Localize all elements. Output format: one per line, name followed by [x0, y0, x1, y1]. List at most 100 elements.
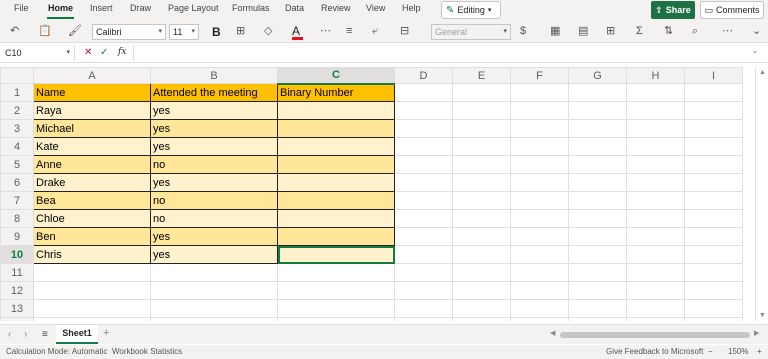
column-header-d[interactable]: D: [394, 67, 453, 84]
menu-data[interactable]: Data: [285, 3, 304, 13]
paste-icon[interactable]: 📋: [38, 25, 52, 37]
cell-g9[interactable]: [568, 227, 627, 246]
cell-c2[interactable]: [277, 101, 395, 120]
zoom-in-icon[interactable]: +: [757, 347, 762, 356]
table-format-icon[interactable]: ▤: [578, 25, 588, 37]
cell-a4[interactable]: Kate: [33, 137, 151, 156]
cell-e7[interactable]: [452, 191, 511, 210]
select-all-corner[interactable]: [0, 67, 34, 84]
cell-h12[interactable]: [626, 281, 685, 300]
cell-h4[interactable]: [626, 137, 685, 156]
scroll-up-icon[interactable]: ▲: [759, 69, 766, 76]
cell-e5[interactable]: [452, 155, 511, 174]
cell-e9[interactable]: [452, 227, 511, 246]
cell-i1[interactable]: [684, 83, 743, 102]
cell-g12[interactable]: [568, 281, 627, 300]
cell-f10[interactable]: [510, 245, 569, 264]
feedback-link[interactable]: Give Feedback to Microsoft: [606, 347, 703, 356]
cell-g8[interactable]: [568, 209, 627, 228]
row-header[interactable]: 6: [0, 173, 34, 192]
cell-b12[interactable]: [150, 281, 278, 300]
cell-d2[interactable]: [394, 101, 453, 120]
cell-c13[interactable]: [277, 299, 395, 318]
column-header-f[interactable]: F: [510, 67, 569, 84]
all-sheets-icon[interactable]: ≡: [42, 329, 48, 340]
sheet-tab-sheet1[interactable]: Sheet1: [56, 325, 98, 344]
share-button[interactable]: ⇪ Share: [651, 1, 695, 19]
cell-g7[interactable]: [568, 191, 627, 210]
font-name-select[interactable]: Calibri ▾: [92, 24, 166, 40]
row-header[interactable]: 7: [0, 191, 34, 210]
cell-g14[interactable]: [568, 317, 627, 321]
cell-c11[interactable]: [277, 263, 395, 282]
cell-i4[interactable]: [684, 137, 743, 156]
menu-page-layout[interactable]: Page Layout: [168, 3, 219, 13]
more-options-icon[interactable]: ⋯: [320, 25, 331, 37]
menu-view[interactable]: View: [366, 3, 385, 13]
editing-mode-button[interactable]: ✎ Editing ▾: [441, 1, 501, 19]
workbook-statistics-link[interactable]: Workbook Statistics: [112, 347, 182, 356]
cell-i7[interactable]: [684, 191, 743, 210]
cell-b13[interactable]: [150, 299, 278, 318]
cell-f7[interactable]: [510, 191, 569, 210]
cell-b2[interactable]: yes: [150, 101, 278, 120]
font-size-select[interactable]: 11 ▾: [169, 24, 199, 40]
cell-a9[interactable]: Ben: [33, 227, 151, 246]
cell-c8[interactable]: [277, 209, 395, 228]
cell-d12[interactable]: [394, 281, 453, 300]
find-icon[interactable]: ⌕: [692, 25, 698, 37]
cell-e10[interactable]: [452, 245, 511, 264]
cell-i6[interactable]: [684, 173, 743, 192]
cell-i10[interactable]: [684, 245, 743, 264]
column-header-e[interactable]: E: [452, 67, 511, 84]
cell-e2[interactable]: [452, 101, 511, 120]
cell-i12[interactable]: [684, 281, 743, 300]
cell-i8[interactable]: [684, 209, 743, 228]
row-header[interactable]: 3: [0, 119, 34, 138]
cell-c1[interactable]: Binary Number: [277, 83, 395, 102]
cell-d7[interactable]: [394, 191, 453, 210]
cell-e4[interactable]: [452, 137, 511, 156]
cell-d5[interactable]: [394, 155, 453, 174]
autosum-icon[interactable]: Σ: [636, 25, 643, 37]
cell-d3[interactable]: [394, 119, 453, 138]
merge-icon[interactable]: ⊟: [400, 25, 409, 37]
cell-c5[interactable]: [277, 155, 395, 174]
cell-f5[interactable]: [510, 155, 569, 174]
cell-d4[interactable]: [394, 137, 453, 156]
cell-h14[interactable]: [626, 317, 685, 321]
cell-f12[interactable]: [510, 281, 569, 300]
confirm-icon[interactable]: ✓: [100, 47, 108, 58]
row-header[interactable]: 5: [0, 155, 34, 174]
cell-f13[interactable]: [510, 299, 569, 318]
cell-i5[interactable]: [684, 155, 743, 174]
menu-help[interactable]: Help: [402, 3, 421, 13]
row-header[interactable]: 12: [0, 281, 34, 300]
cell-i2[interactable]: [684, 101, 743, 120]
cell-a11[interactable]: [33, 263, 151, 282]
cell-e11[interactable]: [452, 263, 511, 282]
cell-h10[interactable]: [626, 245, 685, 264]
cell-c9[interactable]: [277, 227, 395, 246]
menu-home[interactable]: Home: [48, 3, 73, 13]
zoom-out-icon[interactable]: −: [708, 347, 713, 356]
cell-g10[interactable]: [568, 245, 627, 264]
row-header[interactable]: 1: [0, 83, 34, 102]
cell-e1[interactable]: [452, 83, 511, 102]
menu-draw[interactable]: Draw: [130, 3, 151, 13]
font-color-icon[interactable]: A: [292, 24, 300, 38]
column-header-h[interactable]: H: [626, 67, 685, 84]
cell-b5[interactable]: no: [150, 155, 278, 174]
row-header[interactable]: 8: [0, 209, 34, 228]
cell-b4[interactable]: yes: [150, 137, 278, 156]
cell-f9[interactable]: [510, 227, 569, 246]
cell-g1[interactable]: [568, 83, 627, 102]
number-format-select[interactable]: General ▾: [431, 24, 511, 40]
borders-icon[interactable]: ⊞: [236, 25, 245, 37]
cell-a7[interactable]: Bea: [33, 191, 151, 210]
function-icon[interactable]: fx: [118, 47, 126, 57]
cell-a10[interactable]: Chris: [33, 245, 151, 264]
row-header[interactable]: 9: [0, 227, 34, 246]
cell-d8[interactable]: [394, 209, 453, 228]
more-commands-icon[interactable]: ⋯: [722, 25, 733, 37]
